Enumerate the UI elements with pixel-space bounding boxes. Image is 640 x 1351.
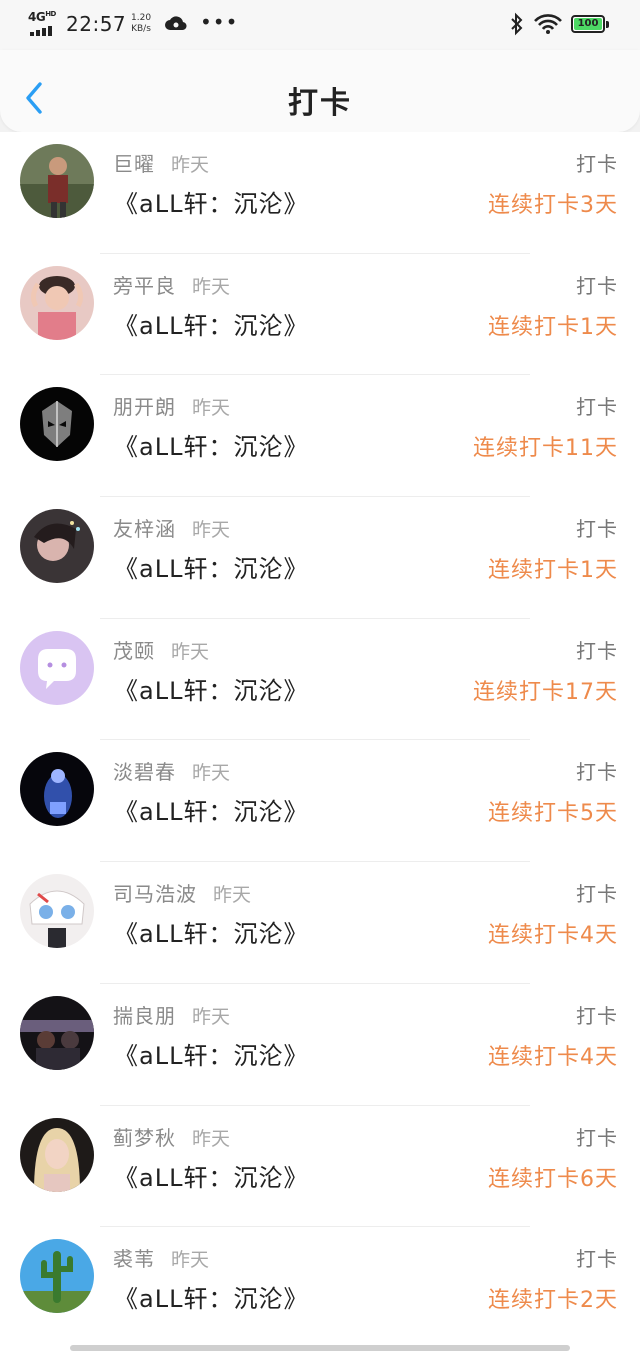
streak-count: 连续打卡11天 xyxy=(473,436,618,462)
entry-time: 昨天 xyxy=(192,1005,231,1028)
punch-label: 打卡 xyxy=(576,882,618,907)
streak-count: 连续打卡4天 xyxy=(488,923,618,949)
network-sup: HD xyxy=(45,10,56,18)
book-title[interactable]: 《aLL轩：沉沦》 xyxy=(114,549,308,584)
entry-meta: 司马浩波 昨天 xyxy=(113,878,251,907)
network-speed: 1.20 KB/s xyxy=(131,13,151,35)
streak-count: 连续打卡17天 xyxy=(473,679,618,705)
list-item[interactable]: 司马浩波 昨天 《aLL轩：沉沦》 打卡 连续打卡4天 xyxy=(0,862,640,984)
user-name[interactable]: 巨曜 xyxy=(113,152,155,176)
entry-time: 昨天 xyxy=(171,1249,210,1272)
user-name[interactable]: 司马浩波 xyxy=(113,882,197,906)
punch-label: 打卡 xyxy=(576,1003,618,1028)
user-name[interactable]: 揣良朋 xyxy=(113,1004,176,1028)
user-name[interactable]: 友梓涵 xyxy=(113,517,176,541)
book-title[interactable]: 《aLL轩：沉沦》 xyxy=(114,306,308,341)
avatar[interactable] xyxy=(20,995,94,1070)
user-name[interactable]: 茂颐 xyxy=(113,639,155,663)
entry-meta: 朋开朗 昨天 xyxy=(113,391,230,420)
entry-meta: 裘苇 昨天 xyxy=(113,1243,209,1272)
entry-meta: 蓟梦秋 昨天 xyxy=(113,1122,230,1151)
punch-label: 打卡 xyxy=(576,273,618,298)
list-item[interactable]: 旁平良 昨天 《aLL轩：沉沦》 打卡 连续打卡1天 xyxy=(0,254,640,376)
punch-label: 打卡 xyxy=(576,395,618,420)
user-name[interactable]: 裘苇 xyxy=(113,1247,155,1271)
list-item[interactable]: 蓟梦秋 昨天 《aLL轩：沉沦》 打卡 连续打卡6天 xyxy=(0,1106,640,1228)
status-bar: 4GHD 22:57 1.20 KB/s ••• 100 xyxy=(0,0,640,50)
network-type: 4G xyxy=(28,10,46,24)
book-title[interactable]: 《aLL轩：沉沦》 xyxy=(114,914,308,949)
entry-time: 昨天 xyxy=(171,640,210,663)
entry-time: 昨天 xyxy=(192,275,231,298)
entry-meta: 巨曜 昨天 xyxy=(113,148,209,177)
user-name[interactable]: 蓟梦秋 xyxy=(113,1126,176,1150)
avatar[interactable] xyxy=(20,752,94,827)
cloud-icon xyxy=(164,13,188,33)
punch-label: 打卡 xyxy=(576,1125,618,1150)
book-title[interactable]: 《aLL轩：沉沦》 xyxy=(114,671,308,706)
book-title[interactable]: 《aLL轩：沉沦》 xyxy=(114,1279,308,1314)
streak-count: 连续打卡5天 xyxy=(488,801,618,827)
list-item[interactable]: 淡碧春 昨天 《aLL轩：沉沦》 打卡 连续打卡5天 xyxy=(0,740,640,863)
user-name[interactable]: 旁平良 xyxy=(113,274,176,298)
list-item[interactable]: 茂颐 昨天 《aLL轩：沉沦》 打卡 连续打卡17天 xyxy=(0,619,640,741)
entry-time: 昨天 xyxy=(171,154,210,176)
avatar[interactable] xyxy=(20,509,94,584)
avatar[interactable] xyxy=(20,1117,94,1192)
entry-meta: 茂颐 昨天 xyxy=(113,635,209,664)
more-dots-icon: ••• xyxy=(200,10,239,34)
punch-label: 打卡 xyxy=(576,517,618,542)
page-title: 打卡 xyxy=(288,86,352,121)
book-title[interactable]: 《aLL轩：沉沦》 xyxy=(114,184,308,219)
book-title[interactable]: 《aLL轩：沉沦》 xyxy=(114,427,308,462)
home-indicator[interactable] xyxy=(70,1345,570,1351)
book-title[interactable]: 《aLL轩：沉沦》 xyxy=(114,792,308,827)
entry-time: 昨天 xyxy=(192,397,231,420)
checkin-list: 巨曜 昨天 《aLL轩：沉沦》 打卡 连续打卡3天 旁平良 昨天 《aLL轩：沉沦》… xyxy=(0,132,640,1351)
avatar[interactable] xyxy=(20,1239,94,1314)
entry-meta: 淡碧春 昨天 xyxy=(113,756,230,785)
clock: 22:57 xyxy=(66,12,127,36)
bluetooth-icon xyxy=(509,12,525,36)
nav-bar: 打卡 xyxy=(0,50,640,132)
streak-count: 连续打卡6天 xyxy=(488,1166,618,1192)
book-title[interactable]: 《aLL轩：沉沦》 xyxy=(114,1158,308,1193)
streak-count: 连续打卡1天 xyxy=(488,558,618,584)
user-name[interactable]: 淡碧春 xyxy=(113,760,176,784)
streak-count: 连续打卡3天 xyxy=(488,193,618,218)
entry-meta: 旁平良 昨天 xyxy=(113,270,230,299)
list-item[interactable]: 友梓涵 昨天 《aLL轩：沉沦》 打卡 连续打卡1天 xyxy=(0,497,640,619)
entry-meta: 友梓涵 昨天 xyxy=(113,513,230,542)
battery-level: 100 xyxy=(577,18,599,29)
list-item[interactable]: 揣良朋 昨天 《aLL轩：沉沦》 打卡 连续打卡4天 xyxy=(0,984,640,1106)
punch-label: 打卡 xyxy=(576,1247,618,1272)
entry-time: 昨天 xyxy=(192,519,231,542)
streak-count: 连续打卡4天 xyxy=(488,1044,618,1070)
list-item[interactable]: 朋开朗 昨天 《aLL轩：沉沦》 打卡 连续打卡11天 xyxy=(0,375,640,498)
avatar[interactable] xyxy=(20,387,94,462)
book-title[interactable]: 《aLL轩：沉沦》 xyxy=(114,1036,308,1071)
speed-unit: KB/s xyxy=(131,24,151,34)
avatar[interactable] xyxy=(20,144,94,218)
list-item[interactable]: 巨曜 昨天 《aLL轩：沉沦》 打卡 连续打卡3天 xyxy=(0,132,640,254)
punch-label: 打卡 xyxy=(576,638,618,663)
signal-icon: 4GHD xyxy=(28,10,58,36)
streak-count: 连续打卡1天 xyxy=(488,314,618,340)
avatar[interactable] xyxy=(20,630,94,705)
streak-count: 连续打卡2天 xyxy=(488,1288,618,1314)
punch-label: 打卡 xyxy=(576,760,618,785)
entry-meta: 揣良朋 昨天 xyxy=(113,1000,230,1029)
speed-value: 1.20 xyxy=(131,13,152,23)
entry-time: 昨天 xyxy=(213,884,252,907)
avatar[interactable] xyxy=(20,265,94,340)
punch-label: 打卡 xyxy=(576,152,618,176)
user-name[interactable]: 朋开朗 xyxy=(113,395,176,419)
entry-time: 昨天 xyxy=(192,762,231,785)
wifi-icon xyxy=(533,13,563,35)
avatar[interactable] xyxy=(20,874,94,949)
battery-icon: 100 xyxy=(571,15,609,33)
entry-time: 昨天 xyxy=(192,1127,231,1150)
list-item[interactable]: 裘苇 昨天 《aLL轩：沉沦》 打卡 连续打卡2天 xyxy=(0,1227,640,1349)
